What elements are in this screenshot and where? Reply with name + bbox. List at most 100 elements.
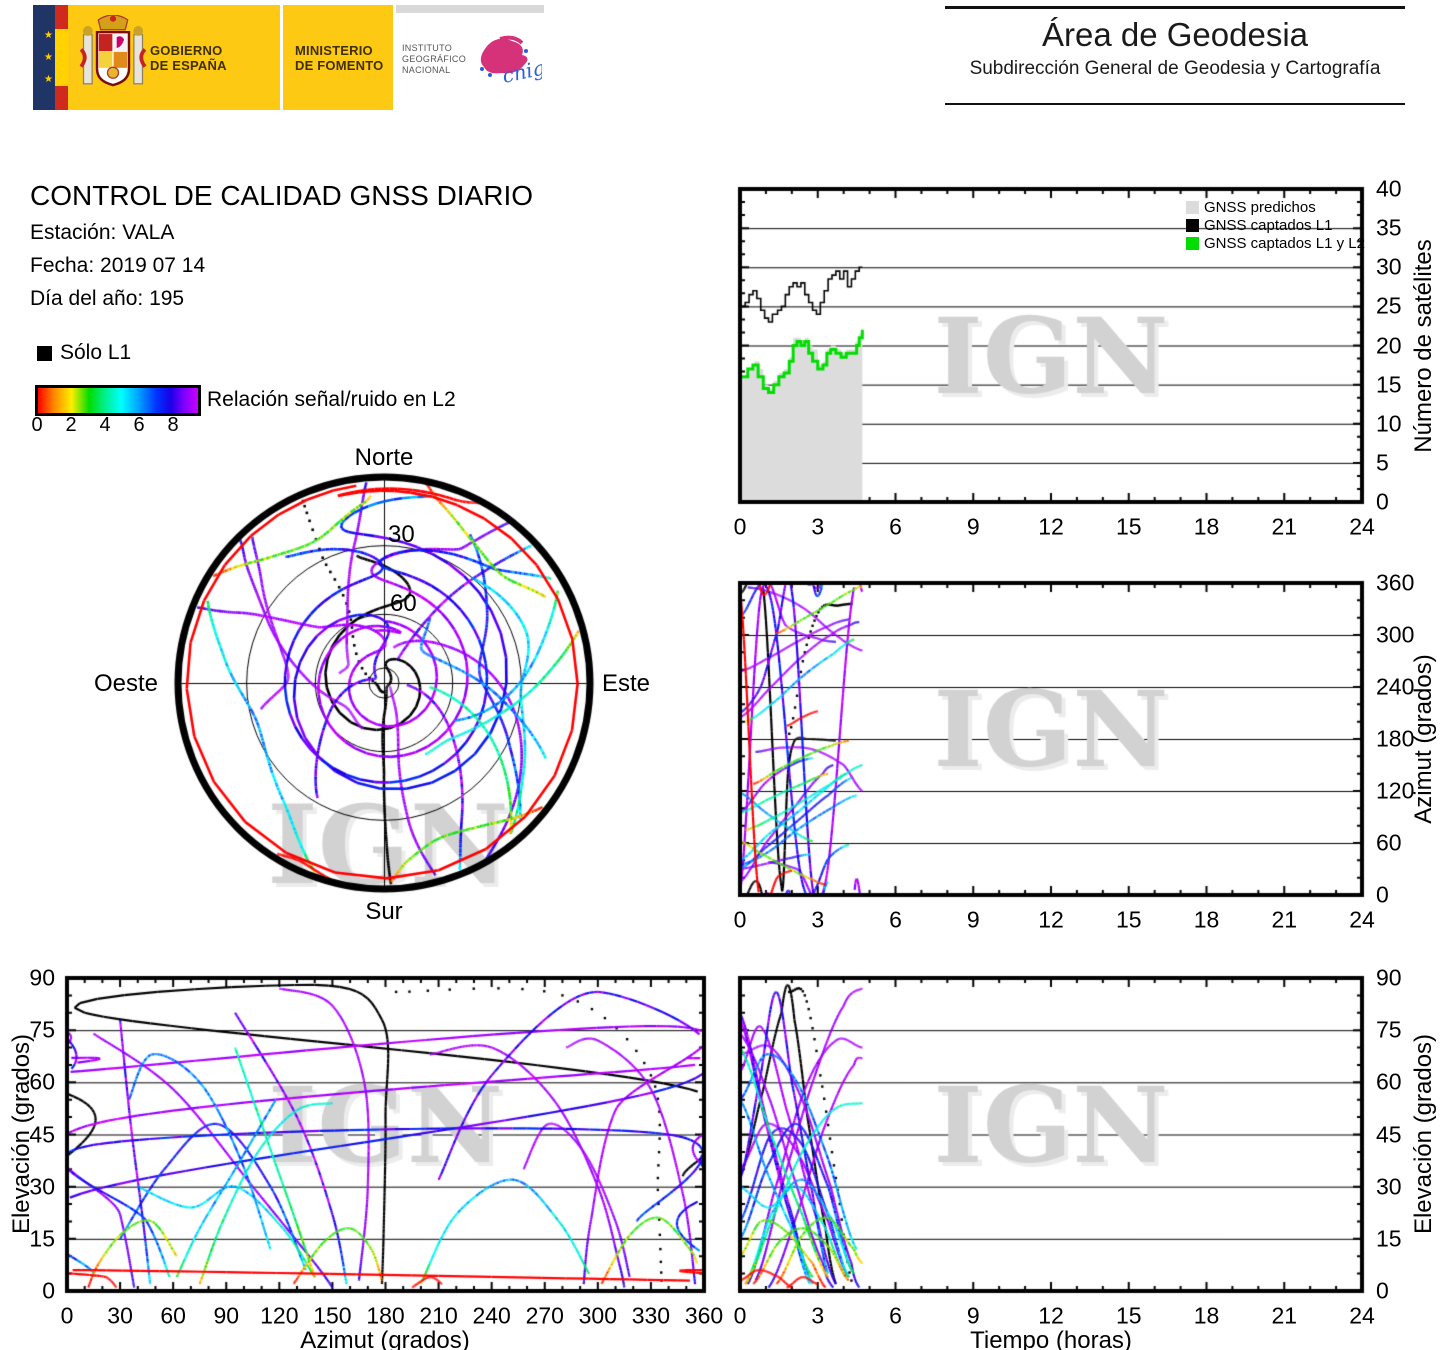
tick-label: 90 [1376,965,1402,992]
tick-label: 0 [734,907,747,934]
tick-label: 30 [107,1303,133,1330]
tick-label: 0 [1376,489,1389,516]
legend-row-predichos: GNSS predichos [1186,200,1316,215]
tick-label: 18 [1194,1303,1220,1330]
tick-label: 90 [29,965,55,992]
tick-label: 6 [889,907,902,934]
skyplot-canvas [150,443,620,928]
gnss-quality-report-page: ★ ★ ★ [0,0,1445,1350]
tick-label: 6 [889,1303,902,1330]
area-subtitle: Subdirección General de Geodesia y Carto… [945,58,1405,80]
tick-label: 20 [1376,332,1402,359]
tick-label: 30 [1376,1173,1402,1200]
legend-row-captados-l1l2: GNSS captados L1 y L2 [1186,236,1365,251]
tick-label: 0 [61,1303,74,1330]
polar-west-label: Oeste [94,670,158,698]
tick-label: 15 [1116,907,1142,934]
colorbar-tick-label: 0 [31,414,42,437]
colorbar-tick-label: 2 [65,414,76,437]
spain-flag-strip [55,5,68,110]
tick-label: 9 [967,514,980,541]
tick-label: 180 [1376,726,1414,753]
gobierno-espana-logo: GOBIERNO DE ESPAÑA [68,5,280,110]
tick-label: 210 [419,1303,457,1330]
tick-label: 12 [1038,907,1064,934]
tick-label: 60 [1376,830,1402,857]
tick-label: 150 [313,1303,351,1330]
legend-swatch-captados-l1l2 [1186,237,1199,250]
tick-label: 30 [1376,254,1402,281]
snr-colorbar-label: Relación señal/ruido en L2 [207,388,456,412]
polar-east-label: Este [602,670,650,698]
eu-star-icon: ★ [44,75,53,85]
legend-label-captados-l1: GNSS captados L1 [1204,217,1332,234]
gobierno-espana-label: GOBIERNO DE ESPAÑA [150,43,227,73]
azimut-x-axis-title: Azimut (grados) [300,1327,469,1350]
tick-label: 0 [1376,1278,1389,1305]
tick-label: 240 [1376,674,1414,701]
tick-label: 75 [1376,1017,1402,1044]
tick-label: 15 [1116,514,1142,541]
tick-label: 120 [1376,778,1414,805]
date-value: Fecha: 2019 07 14 [30,254,205,278]
tick-label: 270 [526,1303,564,1330]
station-value: Estación: VALA [30,221,174,245]
page-title: CONTROL DE CALIDAD GNSS DIARIO [30,180,533,212]
tick-label: 24 [1349,1303,1375,1330]
tick-label: 18 [1194,907,1220,934]
solo-l1-label: Sólo L1 [60,341,131,365]
tick-label: 3 [811,514,824,541]
tick-label: 120 [260,1303,298,1330]
cnig-logo: cnig [470,31,542,91]
legend-label-captados-l1l2: GNSS captados L1 y L2 [1204,235,1365,252]
tick-label: 40 [1376,176,1402,203]
tick-label: 3 [811,1303,824,1330]
tick-label: 21 [1271,1303,1297,1330]
elevacion-right-axis-title: Elevación (grados) [1410,1034,1438,1234]
tick-label: 5 [1376,449,1389,476]
tick-label: 9 [967,1303,980,1330]
instituto-geografico-label: INSTITUTO GEOGRÁFICO NACIONAL [402,43,466,76]
doy-value: Día del año: 195 [30,287,184,311]
elevation-ring-label-60: 60 [390,590,417,618]
colorbar-tick-label: 4 [99,414,110,437]
tick-label: 360 [1376,570,1414,597]
colorbar-tick-label: 6 [133,414,144,437]
spain-coat-of-arms-icon [76,15,150,101]
colorbar-tick-label: 8 [167,414,178,437]
tick-label: 25 [1376,293,1402,320]
tick-label: 75 [29,1017,55,1044]
tick-label: 15 [1376,371,1402,398]
eu-flag-strip: ★ ★ ★ [33,5,55,110]
tick-label: 240 [472,1303,510,1330]
tick-label: 90 [213,1303,239,1330]
tick-label: 24 [1349,907,1375,934]
tick-label: 0 [734,1303,747,1330]
elevacion-tiempo-chart-canvas [726,964,1376,1305]
solo-l1-swatch [37,346,52,361]
tick-label: 12 [1038,514,1064,541]
tick-label: 180 [366,1303,404,1330]
tick-label: 15 [1116,1303,1142,1330]
eu-star-icon: ★ [44,53,53,63]
tick-label: 21 [1271,907,1297,934]
azimut-tiempo-chart-canvas [726,569,1376,909]
tick-label: 15 [29,1225,55,1252]
tick-label: 60 [160,1303,186,1330]
header-rule-top [945,6,1405,9]
tick-label: 10 [1376,410,1402,437]
tick-label: 0 [42,1278,55,1305]
nsat-y-axis-title: Número de satélites [1410,239,1438,452]
ministerio-fomento-logo: MINISTERIO DE FOMENTO [283,5,393,110]
tick-label: 30 [29,1173,55,1200]
legend-swatch-predichos [1186,201,1199,214]
snr-colorbar [35,385,201,416]
elevation-ring-label-30: 30 [388,521,415,549]
tick-label: 60 [1376,1069,1402,1096]
area-title: Área de Geodesia [945,16,1405,54]
ign-logo-block: INSTITUTO GEOGRÁFICO NACIONAL cnig [396,5,544,110]
tick-label: 18 [1194,514,1220,541]
tick-label: 45 [29,1121,55,1148]
tick-label: 300 [1376,622,1414,649]
tick-label: 60 [29,1069,55,1096]
